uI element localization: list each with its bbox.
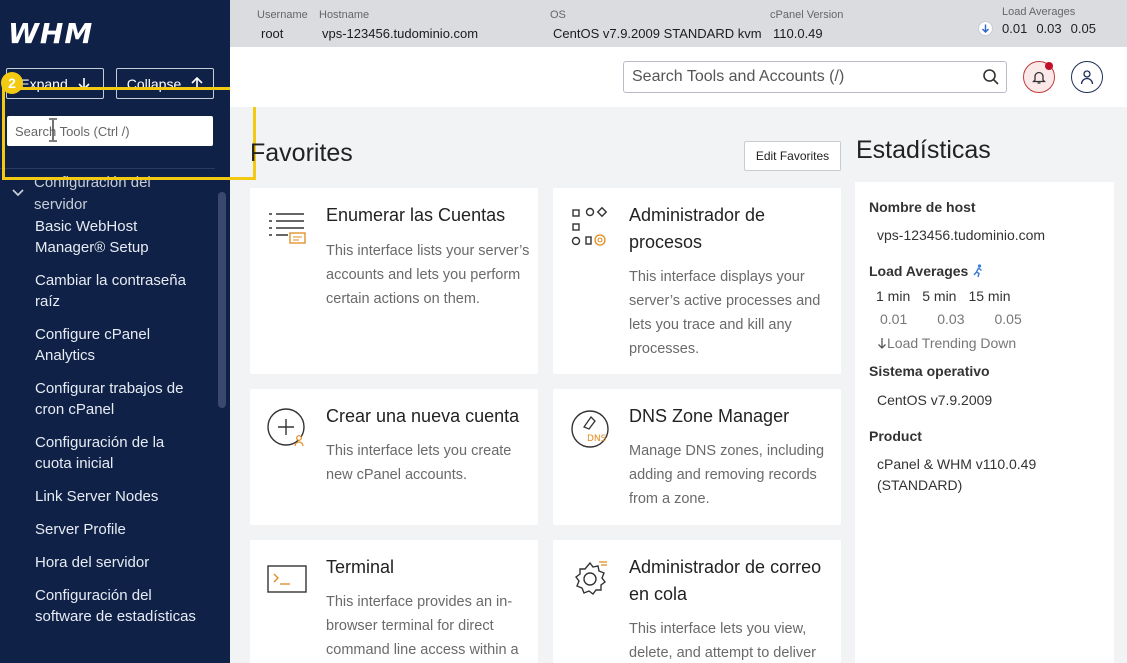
text-cursor-icon <box>49 118 57 142</box>
process-manager-icon <box>571 206 608 246</box>
header <box>230 47 1127 107</box>
load-val-5min: 0.03 <box>937 311 965 327</box>
running-person-icon <box>973 264 982 278</box>
user-icon <box>1080 70 1094 85</box>
sidebar-search-input[interactable] <box>7 116 213 146</box>
mail-queue-gear-icon <box>575 561 607 595</box>
load-columns: 1 min 5 min 15 min <box>876 288 1011 304</box>
card-title[interactable]: Crear una nueva cuenta <box>326 403 536 430</box>
arrow-up-icon <box>191 77 203 89</box>
load-trend: Load Trending Down <box>877 335 1016 351</box>
sidebar-divider <box>0 168 230 169</box>
load-averages-values: 0.01 0.03 0.05 <box>978 21 1096 36</box>
stats-title: Estadísticas <box>856 136 991 164</box>
arrow-down-icon <box>78 78 90 90</box>
notification-dot <box>1045 62 1053 70</box>
card-title[interactable]: Administrador de correo en cola <box>629 554 839 608</box>
favorite-card-create-account[interactable]: Crear una nueva cuenta This interface le… <box>250 389 538 525</box>
load-col-5min: 5 min <box>922 288 957 304</box>
load-5min: 0.03 <box>1036 21 1062 36</box>
load-values: 0.01 0.03 0.05 <box>880 311 1022 327</box>
sidebar-item-server-time[interactable]: Hora del servidor <box>35 552 205 573</box>
card-title[interactable]: Enumerar las Cuentas <box>326 202 536 229</box>
load-val-1min: 0.01 <box>880 311 908 327</box>
stats-os-label: Sistema operativo <box>869 363 990 379</box>
collapse-button[interactable]: Collapse <box>116 68 214 99</box>
list-accounts-icon <box>269 213 306 244</box>
sidebar-item-server-profile[interactable]: Server Profile <box>35 519 205 540</box>
load-col-1min: 1 min <box>876 288 911 304</box>
bell-icon <box>1032 71 1046 84</box>
stats-host-value: vps-123456.tudominio.com <box>877 227 1046 243</box>
info-cpanel-version: cPanel Version 110.0.49 <box>770 8 843 43</box>
card-description: This interface lets you create new cPane… <box>326 443 512 483</box>
favorites-title: Favorites <box>250 139 353 167</box>
dns-zone-icon: DNS <box>571 410 609 448</box>
load-averages-label: Load Averages <box>1002 6 1076 18</box>
stats-host-label: Nombre de host <box>869 199 976 215</box>
os-value: CentOS v7.9.2009 STANDARD kvm <box>553 26 762 41</box>
sidebar-item-cron[interactable]: Configurar trabajos de cron cPanel <box>35 378 205 420</box>
card-description: This interface displays your server’s ac… <box>629 269 821 357</box>
stats-panel: Nombre de host vps-123456.tudominio.com … <box>855 182 1114 663</box>
search-icon[interactable] <box>982 68 1000 86</box>
favorite-card-dns-zone-manager[interactable]: DNS DNS Zone Manager Manage DNS zones, i… <box>553 389 841 525</box>
sidebar-nav: Configuración del servidor Basic WebHost… <box>0 172 215 663</box>
info-username: Username root <box>257 8 308 43</box>
whm-logo[interactable]: WHM <box>8 17 93 50</box>
load-col-15min: 15 min <box>968 288 1011 304</box>
favorite-card-process-manager[interactable]: Administrador de procesos This interface… <box>553 188 841 374</box>
main-search-input[interactable] <box>623 61 1007 93</box>
sidebar: WHM Expand Collapse Configuración del se… <box>0 0 230 663</box>
username-label: Username <box>257 9 308 21</box>
cpanel-version-label: cPanel Version <box>770 9 844 21</box>
cpanel-version-value: 110.0.49 <box>773 26 823 41</box>
load-trend-text: Load Trending Down <box>887 335 1017 351</box>
info-load-label: Load Averages <box>1002 5 1075 19</box>
user-menu-button[interactable] <box>1071 61 1103 93</box>
card-description: This interface lists your server’s accou… <box>326 243 530 307</box>
card-title[interactable]: Terminal <box>326 554 536 581</box>
sidebar-item-initial-quota[interactable]: Configuración de la cuota inicial <box>35 432 205 474</box>
tutorial-step-badge: 2 <box>1 72 23 94</box>
sidebar-item-cpanel-analytics[interactable]: Configure cPanel Analytics <box>35 324 205 366</box>
trend-down-arrow-icon <box>878 338 886 349</box>
expand-label: Expand <box>20 75 68 92</box>
card-description: Manage DNS zones, including adding and r… <box>629 443 825 507</box>
server-info-bar: Username root Hostname vps-123456.tudomi… <box>230 0 1127 47</box>
info-os: OS CentOS v7.9.2009 STANDARD kvm <box>550 8 762 43</box>
favorite-card-mail-queue[interactable]: Administrador de correo en cola This int… <box>553 540 841 663</box>
create-account-icon <box>267 408 305 447</box>
sidebar-group-title[interactable]: Configuración del servidor <box>34 172 204 216</box>
favorite-card-list-accounts[interactable]: Enumerar las Cuentas This interface list… <box>250 188 538 374</box>
sidebar-scrollbar-thumb[interactable] <box>218 192 226 408</box>
stats-os-value: CentOS v7.9.2009 <box>877 392 993 408</box>
stats-product-label: Product <box>869 428 922 444</box>
info-hostname: Hostname vps-123456.tudominio.com <box>319 8 478 43</box>
sidebar-item-stats-software[interactable]: Configuración del software de estadístic… <box>35 585 205 627</box>
username-value: root <box>261 26 284 41</box>
edit-favorites-button[interactable]: Edit Favorites <box>744 141 841 171</box>
card-title[interactable]: DNS Zone Manager <box>629 403 839 430</box>
sidebar-item-root-password[interactable]: Cambiar la contraseña raíz <box>35 270 205 312</box>
card-title[interactable]: Administrador de procesos <box>629 202 839 256</box>
load-15min: 0.05 <box>1070 21 1096 36</box>
stats-load-label: Load Averages <box>869 263 969 279</box>
card-description: This interface lets you view, delete, an… <box>629 621 817 661</box>
chevron-down-icon[interactable] <box>11 186 25 200</box>
favorite-card-terminal[interactable]: Terminal This interface provides an in-b… <box>250 540 538 663</box>
stats-product-value: cPanel & WHM v110.0.49 (STANDARD) <box>877 456 1037 493</box>
hostname-label: Hostname <box>319 9 370 21</box>
sidebar-item-basic-setup[interactable]: Basic WebHost Manager® Setup <box>35 216 205 258</box>
card-description: This interface provides an in-browser te… <box>326 594 519 658</box>
svg-text:DNS: DNS <box>587 434 607 444</box>
load-1min: 0.01 <box>1002 21 1028 36</box>
collapse-label: Collapse <box>126 75 182 92</box>
sidebar-item-link-nodes[interactable]: Link Server Nodes <box>35 486 205 507</box>
arrow-down-circle-icon <box>978 21 993 36</box>
hostname-value: vps-123456.tudominio.com <box>322 26 479 41</box>
load-val-15min: 0.05 <box>994 311 1022 327</box>
os-label: OS <box>550 9 566 21</box>
terminal-icon <box>267 565 307 593</box>
